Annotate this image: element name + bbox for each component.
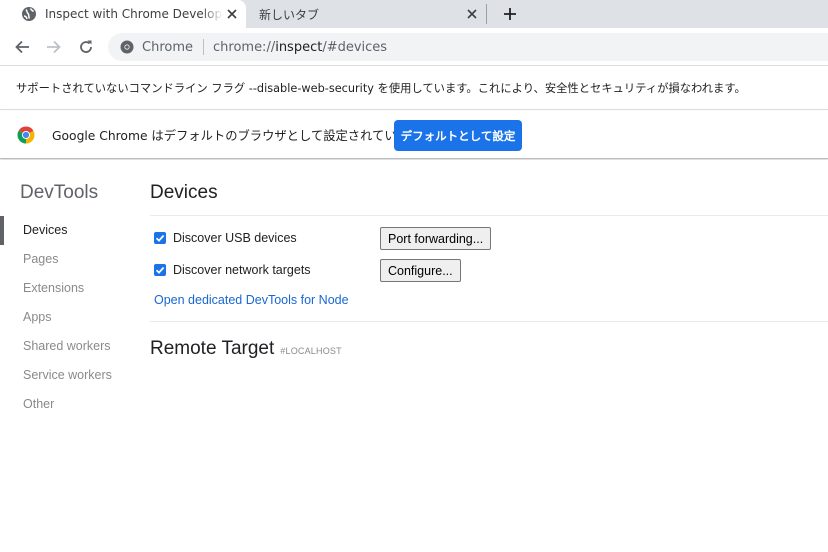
reload-icon [80, 40, 92, 53]
sidebar-item-apps[interactable]: Apps [0, 303, 130, 332]
configure-button[interactable]: Configure... [380, 259, 461, 282]
tab-separator [486, 4, 487, 24]
sidebar-item-shared-workers[interactable]: Shared workers [0, 332, 130, 361]
node-devtools-link[interactable]: Open dedicated DevTools for Node [154, 293, 349, 307]
port-forwarding-button[interactable]: Port forwarding... [380, 227, 492, 250]
chrome-page-icon [119, 39, 135, 55]
sidebar-nav: Devices Pages Extensions Apps Shared wor… [0, 216, 130, 419]
usb-discovery-row: Discover USB devices [154, 227, 297, 249]
unsupported-flag-infobar: サポートされていないコマンドライン フラグ --disable-web-secu… [0, 67, 828, 110]
forward-button[interactable] [44, 37, 64, 57]
arrow-right-icon [47, 40, 61, 54]
tab-new-tab[interactable]: 新しいタブ [247, 0, 485, 28]
checkmark-icon [155, 266, 165, 274]
new-tab-button[interactable] [500, 4, 520, 24]
tab-inspect[interactable]: Inspect with Chrome Developer Tools [0, 0, 246, 28]
omnibox[interactable]: Chrome chrome://inspect/#devices [108, 33, 828, 61]
tab-title: 新しいタブ [259, 7, 320, 22]
set-default-button[interactable]: デフォルトとして設定 [394, 120, 522, 151]
sidebar-item-devices[interactable]: Devices [0, 216, 130, 245]
arrow-left-icon [15, 40, 29, 54]
plus-icon [504, 8, 516, 20]
remote-target-header: Remote Target #LOCALHOST [150, 338, 342, 360]
url-host: inspect [275, 39, 323, 55]
usb-discovery-checkbox[interactable] [154, 232, 166, 244]
remote-target-subtitle: #LOCALHOST [280, 346, 342, 356]
main-panel: Devices Discover USB devices Port forwar… [150, 160, 828, 552]
omnibox-separator [203, 39, 204, 55]
default-browser-infobar: Google Chrome はデフォルトのブラウザとして設定されていません デフ… [0, 111, 828, 159]
close-icon[interactable] [464, 6, 480, 22]
divider [150, 215, 828, 216]
page-title: Devices [150, 182, 218, 203]
tab-strip: Inspect with Chrome Developer Tools 新しいタ… [0, 0, 828, 28]
network-discovery-row: Discover network targets [154, 259, 311, 281]
close-icon[interactable] [224, 6, 240, 22]
inspect-page: DevTools Devices Pages Extensions Apps S… [0, 160, 828, 552]
sidebar-title: DevTools [20, 182, 99, 203]
reload-button[interactable] [76, 37, 96, 57]
toolbar: Chrome chrome://inspect/#devices [0, 28, 828, 66]
tab-title: Inspect with Chrome Developer Tools [45, 7, 223, 21]
divider [150, 321, 828, 322]
infobar-text: サポートされていないコマンドライン フラグ --disable-web-secu… [16, 82, 746, 95]
usb-discovery-label[interactable]: Discover USB devices [173, 231, 297, 245]
omnibox-chip: Chrome [142, 39, 193, 55]
url-path: /#devices [322, 39, 388, 55]
remote-target-title: Remote Target [150, 338, 275, 359]
network-discovery-checkbox[interactable] [154, 264, 166, 276]
globe-icon [21, 6, 37, 22]
sidebar-item-service-workers[interactable]: Service workers [0, 361, 130, 390]
back-button[interactable] [12, 37, 32, 57]
sidebar-item-extensions[interactable]: Extensions [0, 274, 130, 303]
url-scheme: chrome:// [213, 39, 276, 55]
sidebar-item-pages[interactable]: Pages [0, 245, 130, 274]
url-text: chrome://inspect/#devices [213, 40, 387, 55]
sidebar-item-other[interactable]: Other [0, 390, 130, 419]
network-discovery-label[interactable]: Discover network targets [173, 263, 311, 277]
chrome-logo-icon [17, 126, 35, 143]
checkmark-icon [155, 234, 165, 242]
infobar-text: Google Chrome はデフォルトのブラウザとして設定されていません [52, 128, 434, 143]
